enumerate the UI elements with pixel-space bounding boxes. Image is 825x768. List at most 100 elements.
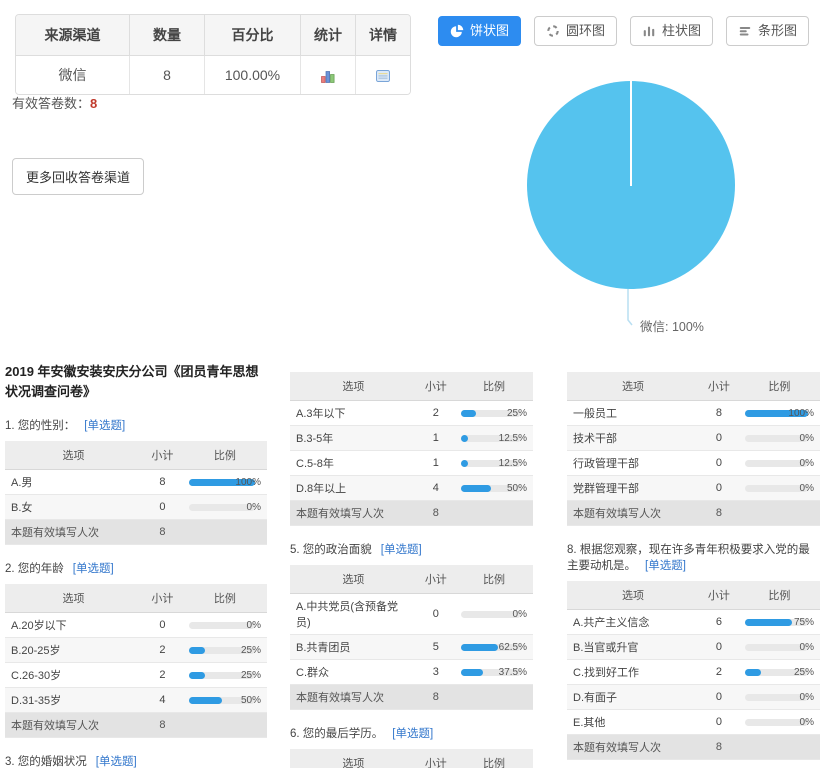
ratio-bar: 37.5% — [461, 666, 527, 679]
ratio-percent: 0% — [800, 433, 814, 444]
option-label: A.共产主义信念 — [567, 610, 699, 635]
ratio-percent: 37.5% — [499, 667, 527, 678]
question-text: 5. 您的政治面貌 — [290, 544, 372, 556]
ratio-percent: 0% — [513, 609, 527, 620]
stats-column-header: 比例 — [183, 441, 267, 470]
chart-type-label: 柱状图 — [662, 23, 701, 39]
stats-column-header: 小计 — [417, 372, 455, 401]
ratio-track — [745, 460, 808, 467]
stats-column-header: 比例 — [183, 584, 267, 613]
ratio-bar: 75% — [745, 616, 814, 629]
total-count: 8 — [417, 685, 455, 710]
option-label: 行政管理干部 — [567, 451, 699, 476]
hbar-chart-icon — [738, 24, 752, 38]
ratio-fill — [461, 644, 499, 651]
option-row: B.当官或升官00% — [567, 635, 820, 660]
option-row: A.男8100% — [5, 470, 267, 495]
question-text: 3. 您的婚姻状况 — [5, 756, 87, 768]
option-label: B.当官或升官 — [567, 635, 699, 660]
ratio-bar: 0% — [189, 619, 261, 632]
option-label: B.3-5年 — [290, 426, 417, 451]
survey-column-2: 选项小计比例A.3年以下225%B.3-5年112.5%C.5-8年112.5%… — [290, 372, 533, 768]
question-type-link[interactable]: [单选题] — [381, 544, 422, 556]
option-label: B.女 — [5, 495, 142, 520]
chart-type-button-hbar[interactable]: 条形图 — [726, 16, 809, 46]
ratio-fill — [461, 485, 491, 492]
total-row: 本题有效填写人次8 — [567, 735, 820, 760]
option-row: 行政管理干部00% — [567, 451, 820, 476]
option-count: 3 — [417, 660, 455, 685]
option-count: 0 — [142, 495, 183, 520]
ratio-percent: 25% — [241, 645, 261, 656]
option-label: A.中共党员(含预备党员) — [290, 594, 417, 635]
pie-chart: 微信: 100% — [500, 55, 825, 355]
channel-column-header: 详情 — [355, 15, 410, 56]
source-channel-table: 来源渠道数量百分比统计详情 微信8100.00% — [15, 14, 411, 95]
option-count: 0 — [699, 476, 739, 501]
ratio-percent: 75% — [794, 617, 814, 628]
more-channels-button[interactable]: 更多回收答卷渠道 — [12, 158, 144, 195]
option-row: C.26-30岁225% — [5, 663, 267, 688]
stats-column-header: 比例 — [455, 565, 533, 594]
total-count: 8 — [142, 520, 183, 545]
option-label: A.3年以下 — [290, 401, 417, 426]
survey-column-3: 选项小计比例一般员工8100%技术干部00%行政管理干部00%党群管理干部00%… — [567, 372, 820, 768]
ratio-bar: 12.5% — [461, 457, 527, 470]
ratio-percent: 0% — [800, 692, 814, 703]
stats-column-header: 比例 — [455, 372, 533, 401]
total-count: 8 — [417, 501, 455, 526]
ratio-percent: 12.5% — [499, 458, 527, 469]
option-count: 5 — [417, 635, 455, 660]
ratio-bar: 25% — [745, 666, 814, 679]
total-row: 本题有效填写人次8 — [567, 501, 820, 526]
detail-table-icon[interactable] — [375, 68, 391, 84]
option-count: 6 — [699, 610, 739, 635]
ratio-bar: 25% — [461, 407, 527, 420]
question-type-link[interactable]: [单选题] — [96, 756, 137, 768]
option-label: D.31-35岁 — [5, 688, 142, 713]
option-row: C.找到好工作225% — [567, 660, 820, 685]
channel-row: 微信8100.00% — [16, 56, 410, 94]
chart-type-button-ring[interactable]: 圆环图 — [534, 16, 617, 46]
option-count: 2 — [142, 638, 183, 663]
stats-column-header: 小计 — [417, 565, 455, 594]
total-count: 8 — [699, 501, 739, 526]
ratio-bar: 0% — [745, 457, 814, 470]
question-type-link[interactable]: [单选题] — [392, 728, 433, 740]
channel-column-header: 来源渠道 — [16, 15, 129, 56]
survey-column-1: 2019 年安徽安装安庆分公司《团员青年思想状况调查问卷》 1. 您的性别：[单… — [5, 352, 267, 768]
stats-column-header: 选项 — [567, 581, 699, 610]
ratio-fill — [461, 669, 484, 676]
question-type-link[interactable]: [单选题] — [84, 420, 125, 432]
question-type-link[interactable]: [单选题] — [645, 560, 686, 572]
total-count: 8 — [699, 735, 739, 760]
option-label: C.找到好工作 — [567, 660, 699, 685]
chart-type-button-pie[interactable]: 饼状图 — [438, 16, 521, 46]
option-row: B.20-25岁225% — [5, 638, 267, 663]
ratio-track — [189, 622, 255, 629]
stats-column-header: 小计 — [142, 441, 183, 470]
column-chart-icon — [642, 24, 656, 38]
option-label: A.20岁以下 — [5, 613, 142, 638]
survey-title: 2019 年安徽安装安庆分公司《团员青年思想状况调查问卷》 — [5, 362, 267, 402]
ratio-fill — [745, 619, 792, 626]
ratio-percent: 0% — [247, 620, 261, 631]
total-row: 本题有效填写人次8 — [290, 685, 533, 710]
question-stats-table: 选项小计比例A.中共党员(含预备党员)00%B.共青团员562.5%C.群众33… — [290, 565, 533, 710]
chart-type-button-column[interactable]: 柱状图 — [630, 16, 713, 46]
stats-column-header: 选项 — [290, 565, 417, 594]
option-label: C.群众 — [290, 660, 417, 685]
bar-stats-icon[interactable] — [320, 68, 336, 84]
total-label: 本题有效填写人次 — [567, 735, 699, 760]
ratio-bar: 100% — [189, 476, 261, 489]
question-stats-table: 选项小计比例一般员工8100%技术干部00%行政管理干部00%党群管理干部00%… — [567, 372, 820, 526]
ratio-bar: 0% — [745, 432, 814, 445]
ratio-percent: 62.5% — [499, 642, 527, 653]
channel-table-header: 来源渠道数量百分比统计详情 — [16, 15, 410, 56]
option-count: 4 — [142, 688, 183, 713]
ratio-percent: 25% — [241, 670, 261, 681]
question-stats-table: 选项小计比例A.大专及以下450%B.本科450%C.硕士研究生00%D.博士研… — [290, 749, 533, 768]
total-label: 本题有效填写人次 — [5, 520, 142, 545]
question-type-link[interactable]: [单选题] — [73, 563, 114, 575]
ratio-track — [745, 644, 808, 651]
